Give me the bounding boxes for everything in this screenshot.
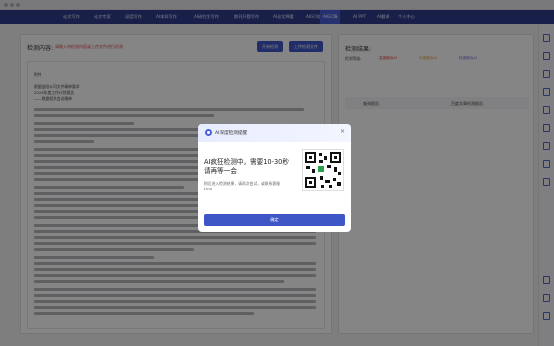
modal-title: AI深度检测提醒 xyxy=(215,131,248,136)
modal-sub-text: 稍后进入检测结果，请再次尝试，或联系客服Lino xyxy=(204,181,280,192)
modal-main-text: AI疯狂检测中，需要10-30秒请再等一会 xyxy=(204,158,289,175)
close-icon[interactable]: × xyxy=(340,128,345,135)
confirm-button[interactable]: 确定 xyxy=(204,214,345,226)
ai-logo-icon xyxy=(205,129,212,136)
modal-header: AI深度检测提醒 × xyxy=(198,124,351,142)
qr-code-icon xyxy=(302,149,344,191)
detection-modal: AI深度检测提醒 × AI疯狂检测中，需要10-30秒请再等一会 稍后进入检测结… xyxy=(198,124,351,232)
